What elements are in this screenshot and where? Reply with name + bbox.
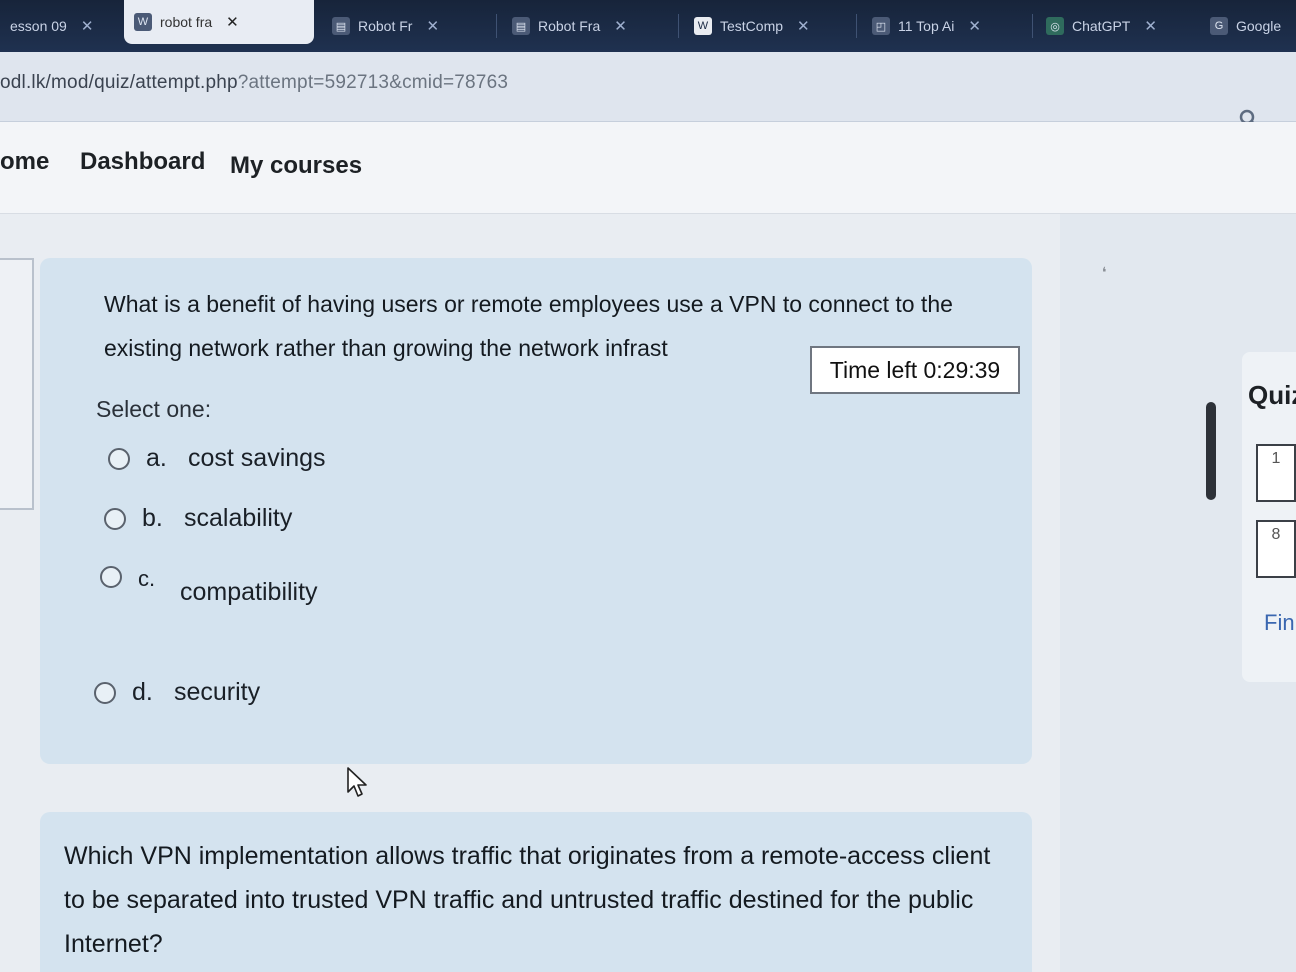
radio-button[interactable] [94,681,116,704]
question-card: What is a benefit of having users or rem… [40,258,1032,764]
small-mark-icon: ❛ [1102,264,1107,280]
option-text: compatibility [180,578,318,606]
document-favicon-icon: ▤ [332,17,350,35]
option-letter: c. [138,566,156,591]
close-icon[interactable]: ✕ [797,17,810,35]
tab-separator [496,14,497,38]
radio-button[interactable] [108,447,130,470]
close-icon[interactable]: ✕ [1144,17,1157,35]
option-letter: a. [146,444,167,472]
url-query: ?attempt=592713&cmid=78763 [237,72,509,93]
word-favicon-icon: W [134,13,152,31]
mouse-pointer-icon [346,766,368,798]
chatgpt-favicon-icon: ◎ [1046,17,1064,35]
close-icon[interactable]: ✕ [426,17,439,35]
answer-option-d[interactable]: d. security [94,678,260,707]
browser-tab[interactable]: ▤ Robot Fra ✕ [502,6,672,46]
option-text: cost savings [188,444,326,472]
nav-dashboard-link[interactable]: Dashboard [80,148,205,176]
word-favicon-icon: W [694,17,712,35]
close-icon[interactable]: ✕ [81,17,94,35]
google-favicon-icon: G [1210,17,1228,35]
address-bar[interactable]: odl.lk/mod/quiz/attempt.php?attempt=5927… [0,52,1296,129]
browser-tab[interactable]: ◰ 11 Top Ai ✕ [862,6,1032,46]
tab-title: Robot Fra [538,18,601,34]
option-letter: d. [132,678,153,706]
tab-title: esson 09 [10,18,67,34]
quiz-navigation-title: Quiz [1248,380,1296,410]
browser-tab[interactable]: ▤ Robot Fr ✕ [322,6,492,46]
radio-button[interactable] [104,507,126,530]
document-favicon-icon: ▤ [512,17,530,35]
close-icon[interactable]: ✕ [226,13,239,31]
browser-tab[interactable]: G Google [1200,6,1296,46]
quiz-nav-question-button[interactable]: 8 [1256,520,1296,578]
select-one-label: Select one: [96,396,212,422]
answer-option-b[interactable]: b. scalability [104,504,292,533]
tab-separator [1032,14,1033,38]
browser-tab[interactable]: ◎ ChatGPT ✕ [1036,6,1196,46]
close-icon[interactable]: ✕ [968,17,981,35]
close-icon[interactable]: ✕ [614,17,627,35]
quiz-navigation-panel: Quiz 1 8 Fin [1242,352,1296,682]
left-info-box [0,258,34,510]
quiz-nav-question-button[interactable]: 1 [1256,444,1296,502]
question-card: Which VPN implementation allows traffic … [40,812,1032,972]
url-host: odl.lk/mod/quiz/attempt.php [0,72,238,93]
option-text: security [174,678,261,706]
radio-button[interactable] [100,566,122,588]
answer-option-c[interactable]: c. compatibility [100,566,318,607]
answer-option-a[interactable]: a. cost savings [108,444,326,473]
tab-title: Robot Fr [358,18,413,34]
option-text: scalability [184,504,293,532]
tab-title: robot fra [160,14,213,30]
scrollbar[interactable] [1206,402,1216,500]
browser-tab-strip: esson 09 ✕ W robot fra ✕ ▤ Robot Fr ✕ ▤ … [0,0,1296,52]
tab-title: Google [1236,18,1282,34]
nav-my-courses-link[interactable]: My courses [230,152,362,180]
tab-title: TestComp [720,18,784,34]
browser-tab[interactable]: esson 09 ✕ [0,6,118,46]
tab-title: 11 Top Ai [898,18,955,34]
time-left-timer: Time left 0:29:39 [810,346,1020,394]
browser-tab-active[interactable]: W robot fra ✕ [124,0,314,44]
url-text[interactable]: odl.lk/mod/quiz/attempt.php?attempt=5927… [0,72,508,94]
tab-separator [678,14,679,38]
finish-attempt-link[interactable]: Fin [1264,610,1295,636]
tab-title: ChatGPT [1072,18,1131,34]
option-letter: b. [142,504,163,532]
question-text: Which VPN implementation allows traffic … [64,842,991,958]
tab-separator [856,14,857,38]
browser-tab[interactable]: W TestComp ✕ [684,6,854,46]
document-favicon-icon: ◰ [872,17,890,35]
site-navigation: ome Dashboard My courses [0,122,1296,214]
nav-home-link[interactable]: ome [0,148,49,176]
